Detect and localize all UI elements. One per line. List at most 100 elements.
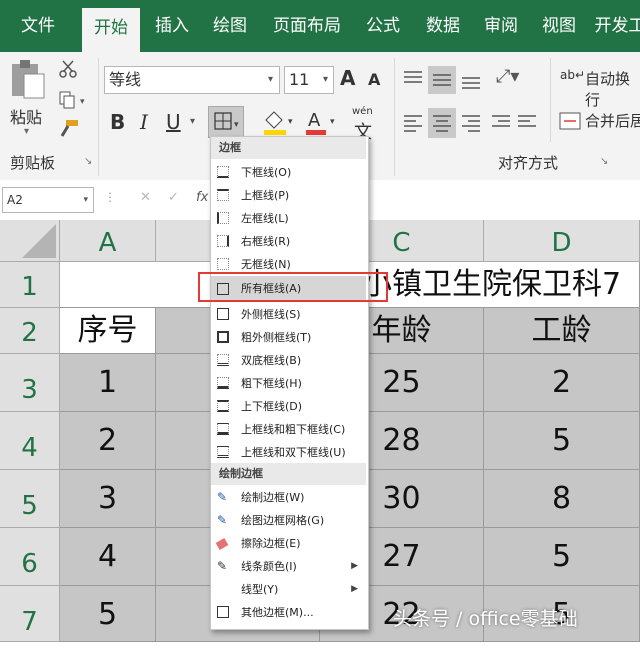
row-header-4[interactable]: 4 <box>0 412 60 470</box>
pencil-grid-icon: ✎ <box>217 513 228 527</box>
fill-color-icon[interactable]: ▾ <box>260 106 296 138</box>
header-cell-seniority[interactable]: 工龄 <box>484 308 640 354</box>
tab-formulas[interactable]: 公式 <box>358 0 408 52</box>
menu-item-thick-bottom-border[interactable]: 粗下框线(H) <box>211 372 366 395</box>
thick-outside-borders-icon <box>217 331 229 343</box>
column-header-d[interactable]: D <box>484 220 640 262</box>
column-header-a[interactable]: A <box>60 220 156 262</box>
table-cell[interactable]: 1 <box>60 354 156 412</box>
watermark: 头条号 / office零基础 <box>393 608 578 630</box>
tab-page-layout[interactable]: 页面布局 <box>266 0 348 52</box>
group-separator <box>98 58 99 176</box>
phonetic-button[interactable]: wén <box>352 106 373 117</box>
borders-button[interactable]: ▾ <box>208 106 244 138</box>
menu-item-top-bottom-border[interactable]: 上下框线(D) <box>211 395 366 418</box>
clipboard-launcher-icon[interactable]: ↘ <box>84 156 92 167</box>
name-box-dropdown-icon[interactable]: ▾ <box>83 188 88 212</box>
name-box[interactable]: A2 ▾ <box>2 187 94 213</box>
menu-item-top-border[interactable]: 上框线(P) <box>211 184 366 207</box>
table-cell[interactable]: 4 <box>60 528 156 586</box>
row-header-2[interactable]: 2 <box>0 308 60 354</box>
underline-button[interactable]: U <box>166 110 181 134</box>
top-bottom-border-icon <box>217 400 229 412</box>
thick-bottom-border-icon <box>217 377 229 389</box>
select-all-button[interactable] <box>0 220 60 262</box>
tab-file[interactable]: 文件 <box>10 0 66 52</box>
font-size-select[interactable]: 11 ▾ <box>284 66 334 94</box>
paste-dropdown-icon[interactable]: ▾ <box>24 126 29 137</box>
paste-icon[interactable] <box>8 58 48 100</box>
bold-button[interactable]: B <box>110 110 125 134</box>
row-header-6[interactable]: 6 <box>0 528 60 586</box>
italic-button[interactable]: I <box>140 110 148 134</box>
group-separator <box>550 58 551 142</box>
table-cell[interactable]: 2 <box>60 412 156 470</box>
font-size-dropdown-icon[interactable]: ▾ <box>323 67 328 93</box>
enter-icon[interactable]: ✓ <box>168 190 179 205</box>
insert-function-button[interactable]: fx <box>196 190 208 205</box>
row-header-3[interactable]: 3 <box>0 354 60 412</box>
menu-item-outside-borders[interactable]: 外侧框线(S) <box>211 303 366 326</box>
header-cell-index[interactable]: 序号 <box>60 308 156 354</box>
underline-dropdown-icon[interactable]: ▾ <box>190 116 195 127</box>
font-name-value: 等线 <box>109 70 142 89</box>
menu-item-draw-border[interactable]: ✎ 绘制边框(W) <box>211 486 366 509</box>
table-cell[interactable]: 2 <box>484 354 640 412</box>
table-cell[interactable]: 3 <box>60 470 156 528</box>
row-header-7[interactable]: 7 <box>0 586 60 642</box>
tab-insert[interactable]: 插入 <box>146 0 198 52</box>
tab-home[interactable]: 开始 <box>82 8 140 52</box>
menu-item-thick-outside-borders[interactable]: 粗外侧框线(T) <box>211 326 366 349</box>
row-header-5[interactable]: 5 <box>0 470 60 528</box>
orientation-icon[interactable]: ⤢▾ <box>496 66 519 87</box>
cancel-icon[interactable]: ✕ <box>140 190 151 205</box>
row-header-1[interactable]: 1 <box>0 262 60 308</box>
menu-section-draw-borders: 绘制边框 <box>211 463 366 485</box>
clipboard-group-label: 剪贴板 <box>10 154 56 172</box>
alignment-group-label: 对齐方式 <box>498 154 559 172</box>
tab-developer[interactable]: 开发工 <box>592 0 640 52</box>
tab-draw[interactable]: 绘图 <box>204 0 256 52</box>
table-cell[interactable]: 5 <box>60 586 156 642</box>
menu-item-erase-border[interactable]: 擦除边框(E) <box>211 532 366 555</box>
paste-button[interactable]: 粘贴 <box>10 104 42 128</box>
font-name-select[interactable]: 等线 ▾ <box>104 66 280 94</box>
menu-item-bottom-border[interactable]: 下框线(O) <box>211 161 366 184</box>
font-size-value: 11 <box>289 70 310 89</box>
horizontal-align-buttons[interactable] <box>400 108 540 138</box>
table-cell[interactable]: 5 <box>484 528 640 586</box>
menu-item-draw-border-grid[interactable]: ✎ 绘图边框网格(G) <box>211 509 366 532</box>
outside-borders-icon <box>217 308 229 320</box>
wrap-text-button[interactable]: 自动换行 <box>585 68 640 110</box>
menu-item-top-thick-bottom-border[interactable]: 上框线和粗下框线(C) <box>211 418 366 441</box>
menu-item-top-double-bottom-border[interactable]: 上框线和双下框线(U) <box>211 441 366 464</box>
submenu-arrow-icon: ▶ <box>351 561 358 571</box>
menu-item-line-color[interactable]: ✎ 线条颜色(I) ▶ <box>211 555 366 578</box>
tab-view[interactable]: 视图 <box>534 0 584 52</box>
all-borders-icon: ▾ <box>214 112 239 130</box>
copy-icon[interactable]: ▾ <box>58 90 92 110</box>
tab-data[interactable]: 数据 <box>418 0 468 52</box>
format-painter-icon[interactable] <box>58 118 80 138</box>
font-color-icon[interactable]: A ▾ <box>302 106 338 138</box>
menu-item-line-style[interactable]: 线型(Y) ▶ <box>211 578 366 601</box>
table-cell[interactable]: 8 <box>484 470 640 528</box>
cut-icon[interactable] <box>58 60 78 78</box>
font-name-dropdown-icon[interactable]: ▾ <box>268 67 273 93</box>
menu-item-bottom-double-border[interactable]: 双底框线(B) <box>211 349 366 372</box>
ribbon-tab-bar: 文件 开始 插入 绘图 页面布局 公式 数据 审阅 视图 开发工 <box>0 0 640 52</box>
bottom-double-border-icon <box>217 354 229 366</box>
vertical-align-buttons[interactable] <box>400 66 500 96</box>
merge-center-button[interactable]: 合并后居 <box>585 110 640 131</box>
table-cell[interactable]: 5 <box>484 412 640 470</box>
menu-item-left-border[interactable]: 左框线(L) <box>211 207 366 230</box>
more-icon: ⋮ <box>104 190 116 204</box>
bottom-border-icon <box>217 166 229 178</box>
grow-font-button[interactable]: A <box>340 66 355 90</box>
menu-item-right-border[interactable]: 右框线(R) <box>211 230 366 253</box>
pencil-icon: ✎ <box>217 490 228 504</box>
tab-review[interactable]: 审阅 <box>476 0 526 52</box>
shrink-font-button[interactable]: A <box>368 70 380 89</box>
alignment-launcher-icon[interactable]: ↘ <box>600 156 608 167</box>
menu-item-more-borders[interactable]: 其他边框(M)... <box>211 601 366 624</box>
